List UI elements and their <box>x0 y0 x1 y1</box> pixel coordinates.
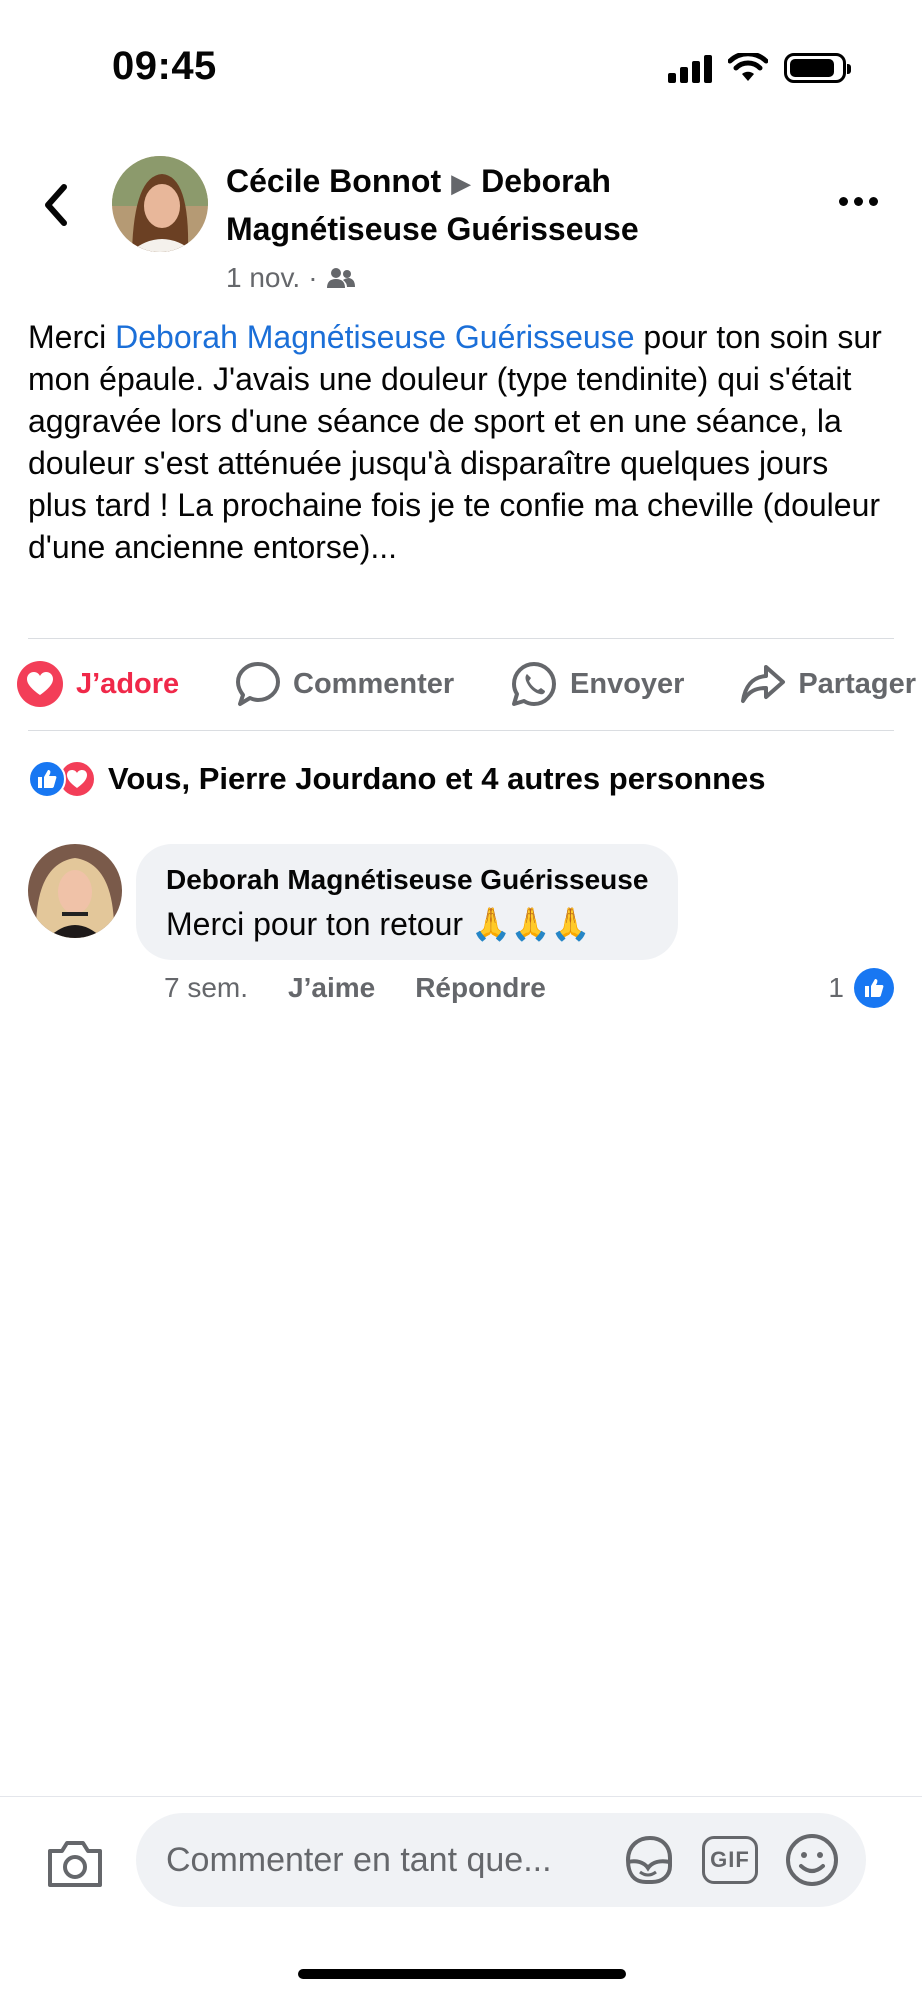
meta-dot: · <box>308 262 318 293</box>
friends-audience-icon <box>326 268 355 288</box>
commenter-avatar-image <box>28 844 122 938</box>
author-name[interactable]: Cécile Bonnot <box>226 163 441 199</box>
share-button[interactable]: Partager <box>740 663 916 705</box>
send-whatsapp-button[interactable]: Envoyer <box>510 660 684 708</box>
comment-bubble[interactable]: Deborah Magnétiseuse Guérisseuse Merci p… <box>136 844 679 960</box>
comment-like-button[interactable]: J’aime <box>288 972 375 1004</box>
status-bar: 09:45 <box>0 0 922 130</box>
gif-button[interactable]: GIF <box>702 1836 758 1884</box>
header-names: Cécile Bonnot ▶ Deborah Magnétiseuse Guéri… <box>226 158 706 252</box>
love-label: J’adore <box>76 667 180 700</box>
commenter-avatar[interactable] <box>28 844 122 938</box>
reaction-icons <box>28 760 96 798</box>
post-text-start: Merci <box>28 319 116 355</box>
post-actions: J’adore Commenter Envoyer Partager <box>16 656 916 712</box>
comment-input[interactable]: Commenter en tant que... GIF <box>136 1813 866 1907</box>
chevron-left-icon <box>45 184 67 226</box>
comment-meta: 7 sem. J’aime Répondre <box>164 972 546 1004</box>
post-meta: 1 nov. · <box>226 262 706 294</box>
camera-button[interactable] <box>44 1833 106 1895</box>
comment-button[interactable]: Commenter <box>235 661 454 707</box>
home-indicator[interactable] <box>298 1969 626 1979</box>
post-mention-link[interactable]: Deborah Magnétiseuse Guérisseuse <box>115 319 634 355</box>
input-icons: GIF <box>620 1832 840 1888</box>
reactions-summary-text: Vous, Pierre Jourdano et 4 autres person… <box>108 761 766 796</box>
separator-arrow-icon: ▶ <box>451 168 472 198</box>
battery-icon <box>784 53 851 83</box>
camera-icon <box>48 1841 102 1887</box>
post-text-end: pour ton soin sur mon épaule. J'avais un… <box>28 319 882 565</box>
divider-top <box>28 638 894 639</box>
comment-input-placeholder: Commenter en tant que... <box>166 1840 552 1879</box>
back-button[interactable] <box>36 180 76 230</box>
sticker-icon[interactable] <box>620 1832 676 1888</box>
comment-text-row: Merci pour ton retour 🙏🙏🙏 <box>166 902 648 946</box>
share-arrow-icon <box>741 665 786 703</box>
heart-reaction-icon <box>17 661 63 707</box>
comment-composer: Commenter en tant que... GIF <box>0 1796 922 2000</box>
share-label: Partager <box>798 667 916 700</box>
reactions-summary[interactable]: Vous, Pierre Jourdano et 4 autres person… <box>28 756 766 802</box>
whatsapp-icon <box>512 662 557 706</box>
header-text: Cécile Bonnot ▶ Deborah Magnétiseuse Guéri… <box>226 158 706 294</box>
post-header: Cécile Bonnot ▶ Deborah Magnétiseuse Guéri… <box>0 150 922 293</box>
love-button[interactable]: J’adore <box>16 660 179 708</box>
post-date[interactable]: 1 nov. <box>226 262 300 294</box>
more-options-button[interactable] <box>830 186 886 216</box>
comment-text: Merci pour ton retour <box>166 906 464 942</box>
status-time: 09:45 <box>112 44 217 88</box>
comment-time: 7 sem. <box>164 972 249 1003</box>
thumbs-up-icon <box>854 968 894 1008</box>
comment-like-count-value: 1 <box>828 972 844 1003</box>
author-avatar-image <box>112 156 208 252</box>
wifi-icon <box>728 53 768 81</box>
cellular-signal-icon <box>668 53 712 83</box>
comment-label: Commenter <box>293 667 455 700</box>
comment-author[interactable]: Deborah Magnétiseuse Guérisseuse <box>166 862 648 898</box>
author-avatar[interactable] <box>112 156 208 252</box>
emoji-icon[interactable] <box>784 1832 840 1888</box>
comment-bubble-icon <box>236 662 281 706</box>
divider-bottom <box>28 730 894 731</box>
send-label: Envoyer <box>570 667 685 700</box>
status-icons <box>668 50 851 86</box>
post-body: Merci Deborah Magnétiseuse Guérisseuse p… <box>28 316 894 568</box>
praying-hands-emoji: 🙏🙏🙏 <box>471 906 591 942</box>
comment-like-count[interactable]: 1 <box>828 968 894 1008</box>
like-reaction-icon <box>28 760 66 798</box>
comment-reply-button[interactable]: Répondre <box>415 972 546 1004</box>
